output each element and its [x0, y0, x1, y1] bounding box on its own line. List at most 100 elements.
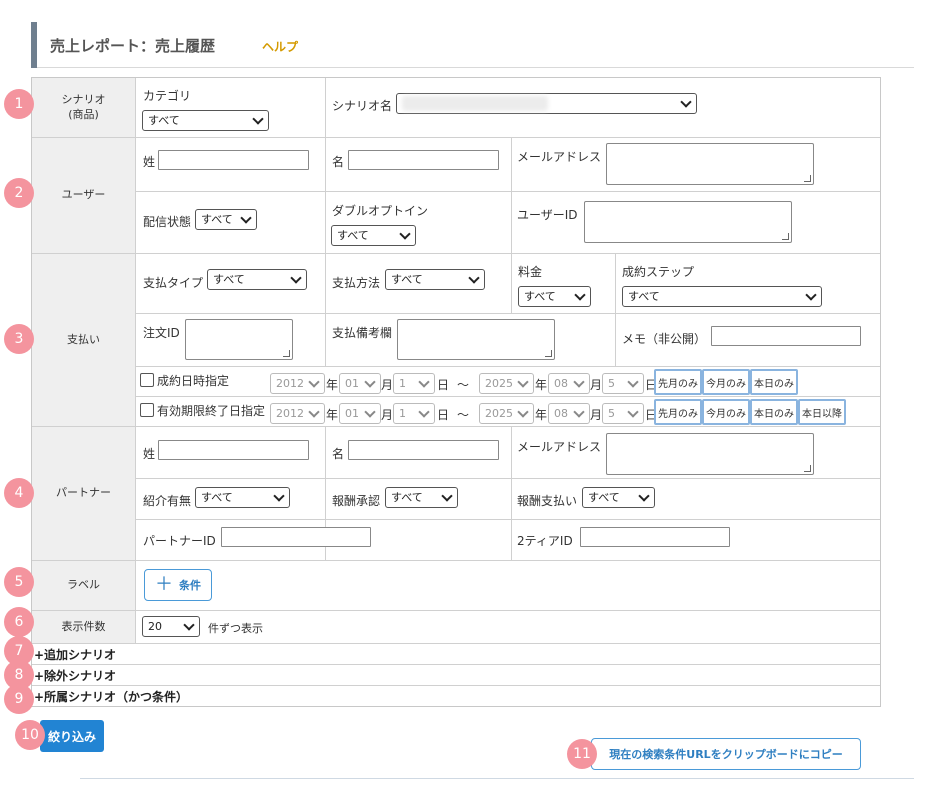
from-day-select[interactable]: 1: [393, 403, 435, 424]
fee-select[interactable]: すべて: [518, 286, 591, 307]
user-email-textarea[interactable]: [606, 143, 814, 185]
divider: [136, 137, 880, 138]
from-year-value: 2012: [276, 407, 304, 420]
range-tilde: ～: [457, 378, 470, 392]
add-condition-button[interactable]: ＋ 条件: [144, 569, 212, 601]
from-month-select[interactable]: 01: [339, 373, 381, 394]
divider: [32, 685, 880, 686]
after-today-button[interactable]: 本日以降: [798, 399, 846, 425]
to-day-value: 5: [608, 377, 615, 390]
chevron-down-icon: [638, 490, 650, 502]
copy-url-button[interactable]: 現在の検索条件URLをクリップボードにコピー: [591, 738, 861, 770]
pay-type-select[interactable]: すべて: [207, 269, 307, 290]
contract-step-select[interactable]: すべて: [622, 286, 822, 307]
remarks-textarea[interactable]: [397, 319, 555, 360]
chevron-down-icon: [574, 289, 586, 301]
pay-method-select[interactable]: すべて: [385, 269, 485, 290]
to-month-value: 08: [554, 377, 568, 390]
referral-select[interactable]: すべて: [195, 487, 290, 508]
to-year-select[interactable]: 2025: [479, 403, 534, 424]
pay-method-label: 支払方法: [332, 276, 381, 290]
delivery-status-value: すべて: [201, 213, 233, 226]
remarks-label: 支払備考欄: [332, 326, 393, 340]
user-id-label: ユーザーID: [517, 208, 578, 222]
step-badge-11: 11: [567, 739, 597, 769]
chevron-down-icon: [680, 96, 692, 108]
help-link[interactable]: ヘルプ: [262, 38, 298, 55]
to-day-select[interactable]: 5: [602, 403, 644, 424]
tier2-id-input[interactable]: [580, 527, 730, 547]
this-month-button[interactable]: 今月のみ: [702, 369, 750, 395]
contract-date-label: 成約日時指定: [157, 374, 230, 388]
display-count-select[interactable]: 20: [142, 616, 200, 637]
user-last-name-input[interactable]: [158, 150, 309, 170]
divider: [511, 427, 512, 561]
today-button[interactable]: 本日のみ: [750, 399, 798, 425]
memo-input[interactable]: [711, 326, 861, 346]
to-day-select[interactable]: 5: [602, 373, 644, 394]
belong-scenario-toggle[interactable]: +所属シナリオ（かつ条件）: [34, 688, 188, 705]
add-condition-label: 条件: [179, 579, 201, 592]
double-optin-value: すべて: [337, 229, 369, 242]
to-year-select[interactable]: 2025: [479, 373, 534, 394]
filter-button[interactable]: 絞り込み: [40, 720, 104, 752]
divider: [325, 78, 326, 138]
plus-icon: ＋: [155, 574, 173, 595]
title-accent: [31, 22, 37, 68]
step-badge-10: 10: [15, 720, 45, 750]
double-optin-select[interactable]: すべて: [331, 225, 416, 246]
month-unit: 月: [381, 408, 394, 422]
range-tilde: ～: [457, 408, 470, 422]
divider: [511, 138, 512, 254]
month-unit: 月: [590, 378, 603, 392]
chevron-down-icon: [418, 406, 430, 418]
last-month-button[interactable]: 先月のみ: [654, 369, 702, 395]
partner-email-textarea[interactable]: [606, 433, 814, 475]
delivery-status-label: 配信状態: [143, 215, 192, 229]
display-count-header: 表示件数: [32, 611, 136, 644]
from-month-select[interactable]: 01: [339, 403, 381, 424]
from-day-select[interactable]: 1: [393, 373, 435, 394]
to-month-value: 08: [554, 407, 568, 420]
chevron-down-icon: [573, 376, 585, 388]
chevron-down-icon: [183, 619, 195, 631]
partner-id-label: パートナーID: [143, 534, 216, 548]
reward-approval-select[interactable]: すべて: [385, 487, 458, 508]
chevron-down-icon: [573, 406, 585, 418]
partner-header: パートナー: [32, 427, 136, 561]
chevron-down-icon: [308, 376, 320, 388]
step-badge-3: 3: [4, 324, 34, 354]
delivery-status-select[interactable]: すべて: [195, 209, 257, 230]
from-day-value: 1: [399, 377, 406, 390]
this-month-button[interactable]: 今月のみ: [702, 399, 750, 425]
partner-id-input[interactable]: [221, 527, 371, 547]
order-id-textarea[interactable]: [185, 319, 293, 360]
day-unit: 日: [437, 408, 450, 422]
user-email-label: メールアドレス: [517, 150, 602, 164]
contract-date-checkbox[interactable]: [140, 373, 154, 387]
divider: [136, 478, 880, 479]
partner-first-name-input[interactable]: [348, 440, 499, 460]
chevron-down-icon: [308, 406, 320, 418]
from-year-select[interactable]: 2012: [270, 373, 325, 394]
partner-last-name-input[interactable]: [158, 440, 309, 460]
last-month-button[interactable]: 先月のみ: [654, 399, 702, 425]
partner-last-name-label: 姓: [143, 447, 156, 461]
from-month-value: 01: [345, 407, 359, 420]
user-id-textarea[interactable]: [584, 201, 792, 243]
category-select[interactable]: すべて: [142, 110, 269, 131]
chevron-down-icon: [252, 113, 264, 125]
to-month-select[interactable]: 08: [548, 373, 590, 394]
to-month-select[interactable]: 08: [548, 403, 590, 424]
category-value: すべて: [148, 114, 180, 127]
exclude-scenario-toggle[interactable]: +除外シナリオ: [34, 667, 116, 684]
expiry-date-checkbox[interactable]: [140, 403, 154, 417]
today-button[interactable]: 本日のみ: [750, 369, 798, 395]
redacted-value: [402, 96, 548, 111]
add-scenario-toggle[interactable]: +追加シナリオ: [34, 646, 116, 663]
reward-payment-select[interactable]: すべて: [582, 487, 655, 508]
year-unit: 年: [535, 378, 548, 392]
chevron-down-icon: [517, 376, 529, 388]
from-year-select[interactable]: 2012: [270, 403, 325, 424]
user-first-name-input[interactable]: [348, 150, 499, 170]
